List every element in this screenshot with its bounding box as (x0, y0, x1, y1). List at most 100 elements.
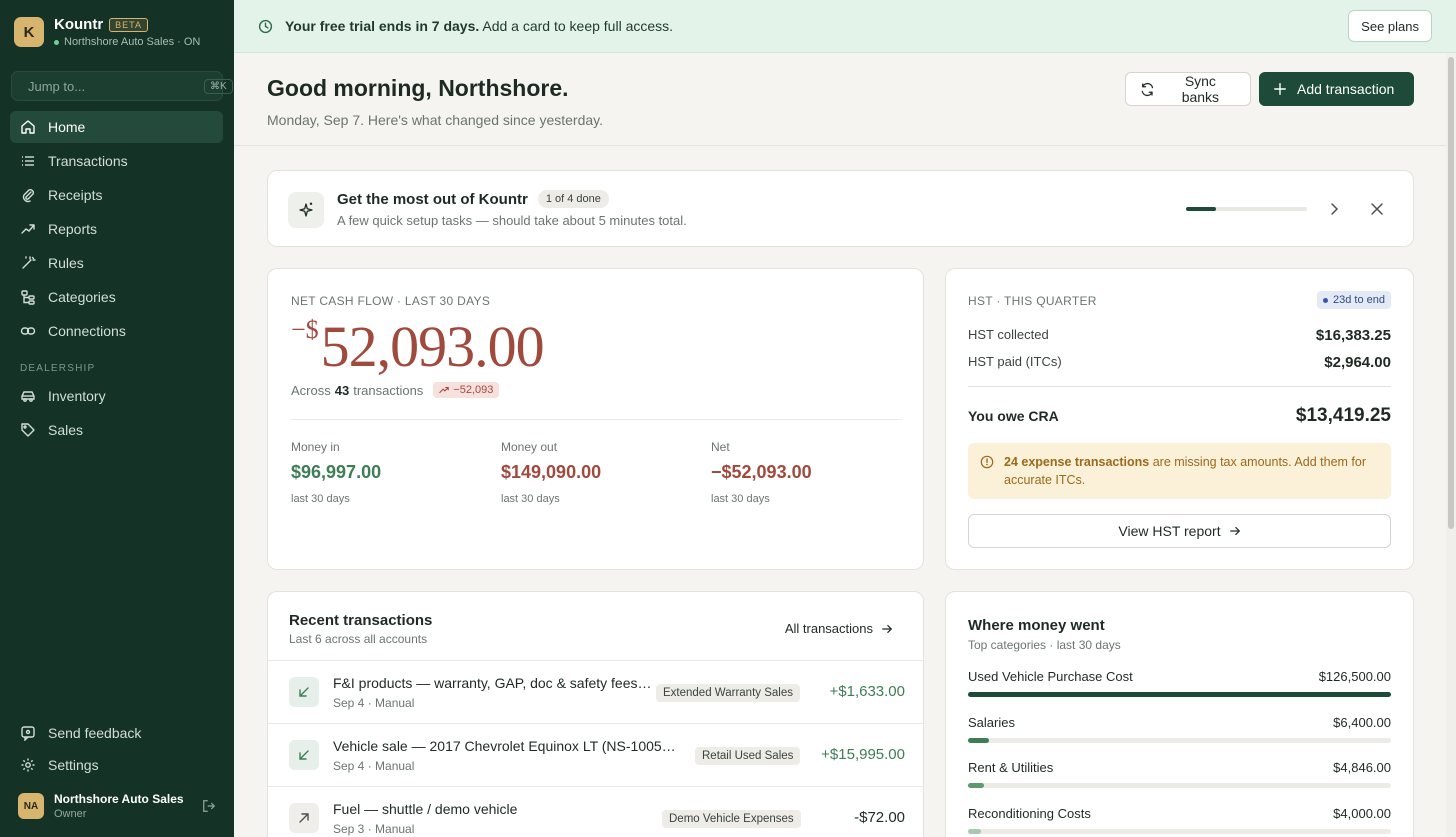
sidebar-item-label: Inventory (48, 388, 106, 404)
sidebar-item-label: Send feedback (48, 725, 142, 741)
table-row[interactable]: Vehicle sale — 2017 Chevrolet Equinox LT… (268, 723, 923, 786)
paperclip-icon (22, 189, 34, 203)
transaction-count: 43 (334, 382, 350, 398)
sidebar-item-transactions[interactable]: Transactions (10, 145, 223, 177)
amount-value: 52,093.00 (320, 314, 545, 379)
delta-badge: −52,093 (433, 382, 500, 398)
brand-logo: K (14, 17, 44, 47)
transaction-description: Fuel — shuttle / demo vehicle (333, 801, 518, 817)
home-icon (21, 120, 35, 134)
warning-bold: 24 expense transactions (1004, 455, 1150, 469)
chevron-right-icon[interactable] (1325, 199, 1343, 219)
category-bar-track (968, 828, 1391, 834)
sidebar-item-home[interactable]: Home (10, 111, 223, 143)
category-row[interactable]: Salaries $6,400.00 (968, 715, 1391, 743)
trial-banner: Your free trial ends in 7 days. Add a ca… (234, 0, 1456, 53)
hst-collected-value: $16,383.25 (1315, 327, 1391, 344)
sidebar-item-settings[interactable]: Settings (10, 749, 223, 781)
banner-text-bold: Your free trial ends in 7 days. (285, 18, 480, 34)
sparkle-icon (288, 192, 324, 228)
arrow-right-icon (882, 624, 893, 633)
sidebar-item-label: Connections (48, 323, 126, 339)
transaction-amount: -$72.00 (854, 809, 905, 826)
category-name: Reconditioning Costs (968, 805, 1091, 821)
badge-dot-icon (1323, 297, 1328, 303)
transaction-meta: Sep 4 · Manual (333, 696, 415, 710)
feedback-icon (21, 726, 35, 741)
info-icon (980, 455, 994, 469)
where-money-went-title: Where money went (968, 617, 1105, 634)
refresh-icon (1141, 82, 1154, 96)
money-in-stat: Money in $96,997.00 last 30 days (291, 440, 381, 505)
delta-value: −52,093 (453, 384, 494, 396)
sidebar-item-reports[interactable]: Reports (10, 213, 223, 245)
clock-icon (258, 19, 273, 33)
all-transactions-link[interactable]: All transactions (785, 621, 893, 636)
jump-to-search[interactable]: ⌘K (11, 71, 233, 101)
user-name: Northshore Auto Sales (54, 792, 184, 806)
setup-card[interactable]: Get the most out of Kountr 1 of 4 done A… (267, 170, 1414, 247)
category-name: Salaries (968, 714, 1015, 730)
status-dot-icon (54, 39, 59, 45)
category-bar-track (968, 737, 1391, 743)
brand[interactable]: K Kountr BETA Northshore Auto Sales · ON (14, 16, 200, 48)
brand-name: Kountr (54, 16, 104, 33)
sidebar-item-connections[interactable]: Connections (10, 315, 223, 347)
hst-paid-label: HST paid (ITCs) (968, 354, 1062, 369)
you-owe-label: You owe CRA (968, 408, 1059, 424)
view-hst-label: View HST report (1118, 523, 1221, 539)
category-row[interactable]: Reconditioning Costs $4,000.00 (968, 806, 1391, 834)
stat-label: Money in (291, 440, 340, 454)
view-hst-report-button[interactable]: View HST report (968, 514, 1391, 548)
sidebar-item-send-feedback[interactable]: Send feedback (10, 717, 223, 749)
logout-icon[interactable] (202, 799, 216, 813)
user-profile[interactable]: NA Northshore Auto Sales Owner (18, 792, 216, 820)
link-icon (20, 327, 36, 335)
shortcut-hint: ⌘K (204, 78, 233, 94)
hst-paid-value: $2,964.00 (1324, 354, 1391, 371)
transaction-source: Manual (375, 759, 415, 773)
hst-card: HST · THIS QUARTER 23d to end HST collec… (945, 268, 1414, 570)
search-input[interactable] (28, 78, 204, 94)
sidebar-item-sales[interactable]: Sales (10, 414, 223, 446)
nav-section-label: DEALERSHIP (20, 363, 96, 374)
category-tag[interactable]: Retail Used Sales (695, 747, 801, 765)
close-icon[interactable] (1368, 199, 1386, 219)
page-title: Good morning, Northshore. (267, 75, 569, 101)
category-tag[interactable]: Extended Warranty Sales (656, 684, 800, 702)
recent-transactions-title: Recent transactions (289, 612, 433, 629)
transaction-count-line: Across 43 transactions −52,093 (291, 382, 500, 398)
category-tag[interactable]: Demo Vehicle Expenses (662, 810, 801, 828)
category-bar-fill (968, 828, 982, 834)
transaction-description: F&I products — warranty, GAP, doc & safe… (333, 675, 653, 691)
sidebar-item-inventory[interactable]: Inventory (10, 380, 223, 412)
sidebar-item-label: Receipts (48, 187, 103, 203)
category-row[interactable]: Used Vehicle Purchase Cost $126,500.00 (968, 669, 1391, 697)
sidebar-item-rules[interactable]: Rules (10, 247, 223, 279)
category-row[interactable]: Rent & Utilities $4,846.00 (968, 760, 1391, 788)
sidebar-item-categories[interactable]: Categories (10, 281, 223, 313)
missing-tax-warning[interactable]: 24 expense transactions are missing tax … (968, 443, 1391, 499)
table-row[interactable]: Fuel — shuttle / demo vehicle Sep 3 · Ma… (268, 786, 923, 837)
category-value: $4,846.00 (1333, 760, 1391, 775)
sync-banks-button[interactable]: Sync banks (1125, 72, 1251, 106)
stat-value: $96,997.00 (291, 462, 382, 482)
arrow-right-icon (1229, 526, 1240, 536)
transaction-source: Manual (375, 822, 415, 836)
see-plans-button[interactable]: See plans (1348, 10, 1432, 42)
where-money-went-card: Where money went Top categories · last 3… (945, 591, 1414, 837)
arrow-up-right-icon (289, 803, 319, 833)
list-icon (22, 156, 34, 166)
setup-progress-bar (1186, 207, 1307, 211)
table-row[interactable]: F&I products — warranty, GAP, doc & safe… (268, 660, 923, 723)
divider (968, 386, 1391, 387)
across-prefix: Across (291, 382, 331, 398)
money-out-stat: Money out $149,090.00 last 30 days (501, 440, 601, 505)
scrollbar[interactable] (1446, 53, 1456, 837)
sidebar-item-receipts[interactable]: Receipts (10, 179, 223, 211)
scrollbar-thumb[interactable] (1448, 57, 1454, 529)
stat-period: last 30 days (501, 493, 560, 505)
add-transaction-button[interactable]: Add transaction (1259, 72, 1414, 106)
add-transaction-label: Add transaction (1297, 81, 1395, 97)
setup-progress-chip: 1 of 4 done (537, 190, 609, 208)
